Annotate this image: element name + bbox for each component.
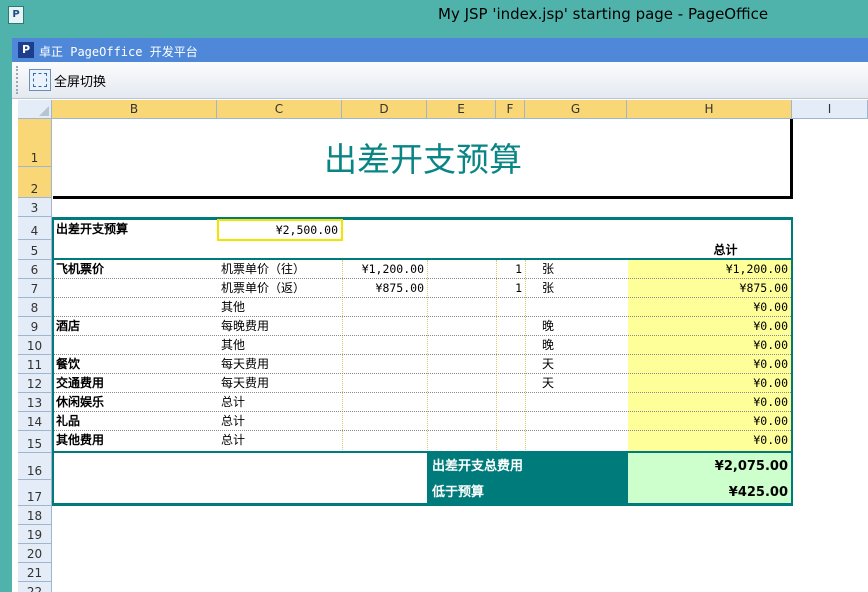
col-header-d[interactable]: D [342, 100, 427, 119]
line-qty[interactable]: 1 [496, 279, 525, 298]
line-unit[interactable]: 晚 [542, 317, 622, 336]
row-header[interactable]: 20 [18, 544, 52, 563]
line-total[interactable]: ¥0.00 [628, 393, 791, 412]
window-title: My JSP 'index.jsp' starting page - PageO… [438, 5, 769, 23]
line-unit[interactable]: 晚 [542, 336, 622, 355]
row-header[interactable]: 19 [18, 525, 52, 544]
line-item[interactable]: 总计 [221, 393, 341, 412]
line-category[interactable]: 酒店 [56, 317, 216, 336]
line-item[interactable]: 机票单价（往） [221, 260, 341, 279]
row-header[interactable]: 10 [18, 336, 52, 355]
fullscreen-button[interactable]: 全屏切换 [29, 68, 106, 92]
pageoffice-title: 卓正 PageOffice 开发平台 [39, 45, 198, 59]
line-qty[interactable]: 1 [496, 260, 525, 279]
row-header[interactable]: 3 [18, 198, 52, 217]
app-icon: P [8, 6, 24, 24]
summary-total-value[interactable]: ¥2,075.00 [628, 457, 791, 476]
line-category[interactable]: 礼品 [56, 412, 216, 431]
line-total[interactable]: ¥0.00 [628, 431, 791, 450]
line-item[interactable]: 其他 [221, 336, 341, 355]
line-unit[interactable]: 张 [542, 279, 622, 298]
row-header[interactable]: 12 [18, 374, 52, 393]
fullscreen-icon [29, 69, 51, 91]
line-total[interactable]: ¥0.00 [628, 298, 791, 317]
pageoffice-logo-icon: P [18, 42, 34, 58]
row-header[interactable]: 8 [18, 298, 52, 317]
line-item[interactable]: 机票单价（返） [221, 279, 341, 298]
toolbar: 全屏切换 [12, 62, 868, 99]
window-titlebar: P My JSP 'index.jsp' starting page - Pag… [0, 0, 868, 30]
line-item[interactable]: 每晚费用 [221, 317, 341, 336]
table-border-left [52, 217, 54, 506]
row-header[interactable]: 5 [18, 240, 52, 260]
col-header-b[interactable]: B [52, 100, 217, 119]
pageoffice-titlebar: P 卓正 PageOffice 开发平台 [12, 38, 868, 62]
sheet-title: 出差开支预算 [324, 140, 522, 179]
fullscreen-label: 全屏切换 [54, 74, 107, 90]
line-item[interactable]: 总计 [221, 412, 341, 431]
row-header[interactable]: 1 [18, 119, 52, 167]
col-header-e[interactable]: E [427, 100, 496, 119]
table-border-right [791, 217, 793, 506]
row-header[interactable]: 6 [18, 260, 52, 279]
row-header[interactable]: 17 [18, 480, 52, 506]
line-category[interactable]: 休闲娱乐 [56, 393, 216, 412]
line-category[interactable]: 其他费用 [56, 431, 216, 450]
row-header[interactable]: 22 [18, 582, 52, 592]
row-header[interactable]: 16 [18, 453, 52, 480]
line-unit[interactable]: 天 [542, 374, 622, 393]
row-header[interactable]: 21 [18, 563, 52, 582]
gridline [525, 260, 526, 452]
budget-label: 出差开支预算 [56, 222, 129, 236]
row-header[interactable]: 4 [18, 217, 52, 240]
row-header[interactable]: 9 [18, 317, 52, 336]
line-total[interactable]: ¥0.00 [628, 412, 791, 431]
select-all-corner[interactable] [18, 100, 52, 119]
line-unit[interactable]: 天 [542, 355, 622, 374]
line-total[interactable]: ¥1,200.00 [628, 260, 791, 279]
col-header-i[interactable]: I [792, 100, 868, 119]
line-total[interactable]: ¥0.00 [628, 355, 791, 374]
table-border-bottom [52, 503, 793, 506]
line-unit[interactable]: 张 [542, 260, 622, 279]
row-header[interactable]: 14 [18, 412, 52, 431]
line-price[interactable]: ¥1,200.00 [342, 260, 427, 279]
summary-total-label: 出差开支总费用 [432, 459, 524, 474]
col-header-h[interactable]: H [627, 100, 792, 119]
line-total[interactable]: ¥0.00 [628, 317, 791, 336]
line-item[interactable]: 每天费用 [221, 355, 341, 374]
summary-remaining-value[interactable]: ¥425.00 [628, 483, 791, 502]
budget-value-cell[interactable]: ¥2,500.00 [217, 219, 343, 241]
toolbar-grip[interactable] [16, 66, 21, 94]
spreadsheet-grid[interactable]: B C D E F G H I 1 2 3 4 5 6 7 8 9 10 11 … [18, 100, 868, 592]
line-category[interactable]: 飞机票价 [56, 260, 216, 279]
row-header[interactable]: 13 [18, 393, 52, 412]
gridline [427, 260, 428, 452]
table-border-top [52, 217, 793, 220]
row-header[interactable]: 18 [18, 506, 52, 525]
line-price[interactable]: ¥875.00 [342, 279, 427, 298]
col-header-g[interactable]: G [525, 100, 627, 119]
line-item[interactable]: 其他 [221, 298, 341, 317]
line-item[interactable]: 每天费用 [221, 374, 341, 393]
line-total[interactable]: ¥0.00 [628, 374, 791, 393]
col-header-c[interactable]: C [217, 100, 342, 119]
row-header[interactable]: 7 [18, 279, 52, 298]
total-header: 总计 [713, 243, 738, 257]
line-total[interactable]: ¥0.00 [628, 336, 791, 355]
row-header[interactable]: 11 [18, 355, 52, 374]
line-category[interactable]: 交通费用 [56, 374, 216, 393]
row-header[interactable]: 15 [18, 431, 52, 453]
summary-remaining-label: 低于预算 [432, 485, 485, 500]
line-total[interactable]: ¥875.00 [628, 279, 791, 298]
row-header[interactable]: 2 [18, 167, 52, 198]
line-category[interactable]: 餐饮 [56, 355, 216, 374]
line-item[interactable]: 总计 [221, 431, 341, 450]
col-header-f[interactable]: F [496, 100, 525, 119]
